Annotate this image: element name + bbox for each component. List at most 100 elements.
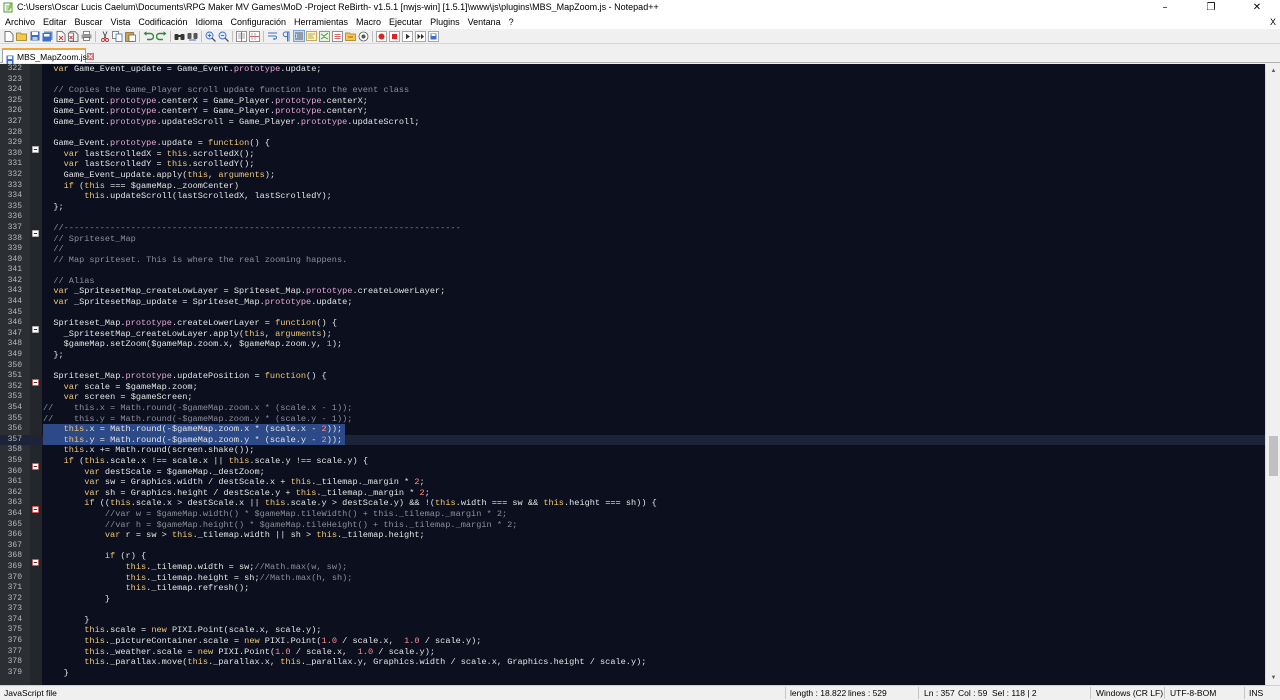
code-line[interactable]: 348 $gameMap.setZoom($gameMap.zoom.x, $g…	[0, 339, 1265, 350]
code-line[interactable]: 329 Game_Event.prototype.update = functi…	[0, 138, 1265, 153]
code-line[interactable]: 337 //----------------------------------…	[0, 223, 1265, 238]
redo-icon[interactable]	[156, 30, 168, 42]
code-line[interactable]: 352 var scale = $gameMap.zoom;	[0, 382, 1265, 393]
code-line[interactable]: 322 var Game_Event_update = Game_Event.p…	[0, 64, 1265, 75]
menu-ejecutar[interactable]: Ejecutar	[385, 17, 426, 27]
macro-play-icon[interactable]	[402, 30, 414, 42]
status-eol-format[interactable]: Windows (CR LF)	[1096, 688, 1163, 698]
fold-toggle-icon[interactable]	[32, 140, 39, 153]
find-icon[interactable]	[174, 30, 186, 42]
menu-ventana[interactable]: Ventana	[464, 17, 505, 27]
scroll-down-arrow[interactable]: ▼	[1266, 671, 1280, 685]
code-line[interactable]: 323	[0, 75, 1265, 86]
new-file-icon[interactable]	[3, 30, 15, 42]
code-line[interactable]: 365 //var h = $gameMap.height() * $gameM…	[0, 520, 1265, 531]
code-line[interactable]: 342 // Alias	[0, 276, 1265, 287]
close-all-icon[interactable]	[68, 30, 80, 42]
menu-buscar[interactable]: Buscar	[71, 17, 107, 27]
code-line[interactable]: 373	[0, 604, 1265, 615]
macro-record-icon[interactable]	[376, 30, 388, 42]
menu-plugins[interactable]: Plugins	[426, 17, 464, 27]
sync-horizontal-icon[interactable]	[249, 30, 261, 42]
menu-herramientas[interactable]: Herramientas	[290, 17, 352, 27]
tab-close-icon[interactable]	[86, 53, 94, 61]
tab-mbs-mapzoom[interactable]: MBS_MapZoom.js	[2, 48, 94, 64]
code-line[interactable]: 354 // this.x = Math.round(-$gameMap.zoom…	[0, 403, 1265, 414]
paste-icon[interactable]	[125, 30, 137, 42]
code-editor[interactable]: 322 var Game_Event_update = Game_Event.p…	[0, 64, 1265, 685]
copy-icon[interactable]	[112, 30, 124, 42]
macro-play-multiple-icon[interactable]	[415, 30, 427, 42]
menu-archivo[interactable]: Archivo	[1, 17, 39, 27]
maximize-button[interactable]: ❐	[1188, 0, 1234, 14]
minimize-button[interactable]: –	[1142, 0, 1188, 14]
cut-icon[interactable]	[99, 30, 111, 42]
undo-icon[interactable]	[143, 30, 155, 42]
code-line[interactable]: 341	[0, 265, 1265, 276]
code-line[interactable]: 353 var screen = $gameScreen;	[0, 392, 1265, 403]
fold-toggle-icon[interactable]	[32, 373, 39, 386]
code-line[interactable]: 359 if (this.scale.x !== scale.x || this…	[0, 456, 1265, 471]
code-line[interactable]: 343 var _SpritesetMap_createLowLayer = S…	[0, 286, 1265, 297]
macro-save-icon[interactable]	[428, 30, 440, 42]
code-line[interactable]: 369 this._tilemap.width = sw;//Math.max(…	[0, 562, 1265, 573]
menu-macro[interactable]: Macro	[352, 17, 385, 27]
code-line[interactable]: 332 Game_Event_update.apply(this, argume…	[0, 170, 1265, 181]
code-line[interactable]: 333 if (this === $gameMap._zoomCenter)	[0, 181, 1265, 192]
code-line[interactable]: 350	[0, 361, 1265, 372]
open-file-icon[interactable]	[16, 30, 28, 42]
document-map-icon[interactable]	[319, 30, 331, 42]
fold-toggle-icon[interactable]	[32, 553, 39, 566]
code-line[interactable]: 372 }	[0, 594, 1265, 605]
code-line[interactable]: 375 this.scale = new PIXI.Point(scale.x,…	[0, 625, 1265, 636]
code-line[interactable]: 376 this._pictureContainer.scale = new P…	[0, 636, 1265, 647]
code-line[interactable]: 360 var destScale = $gameMap._destZoom;	[0, 467, 1265, 478]
function-list-icon[interactable]	[332, 30, 344, 42]
print-icon[interactable]	[81, 30, 93, 42]
replace-icon[interactable]	[187, 30, 199, 42]
code-line[interactable]: 362 var sh = Graphics.height / destScale…	[0, 488, 1265, 499]
code-line[interactable]: 344 var _SpritesetMap_update = Spriteset…	[0, 297, 1265, 308]
code-line[interactable]: 368 if (r) {	[0, 551, 1265, 566]
code-line[interactable]: 357 this.y = Math.round(-$gameMap.zoom.y…	[0, 434, 1265, 446]
status-encoding[interactable]: UTF-8-BOM	[1170, 688, 1216, 698]
menu-configuracion[interactable]: Configuración	[226, 17, 290, 27]
code-line[interactable]: 379 }	[0, 668, 1265, 679]
code-line[interactable]: 370 this._tilemap.height = sh;//Math.max…	[0, 573, 1265, 584]
menu-editar[interactable]: Editar	[39, 17, 71, 27]
code-line[interactable]: 340 // Map spriteset. This is where the …	[0, 255, 1265, 266]
save-all-icon[interactable]	[42, 30, 54, 42]
zoom-out-icon[interactable]	[218, 30, 230, 42]
code-line[interactable]: 330 var lastScrolledX = this.scrolledX()…	[0, 149, 1265, 160]
code-line[interactable]: 377 this._weather.scale = new PIXI.Point…	[0, 647, 1265, 658]
code-line[interactable]: 328	[0, 128, 1265, 139]
code-line[interactable]: 324 // Copies the Game_Player scroll upd…	[0, 85, 1265, 96]
status-insert-mode[interactable]: INS	[1249, 688, 1263, 698]
scroll-up-arrow[interactable]: ▲	[1266, 64, 1280, 78]
zoom-in-icon[interactable]	[205, 30, 217, 42]
language-define-icon[interactable]	[306, 30, 318, 42]
code-line[interactable]: 371 this._tilemap.refresh();	[0, 583, 1265, 594]
sync-vertical-icon[interactable]	[236, 30, 248, 42]
code-line[interactable]: 335 };	[0, 202, 1265, 213]
code-line[interactable]: 345	[0, 308, 1265, 319]
macro-stop-icon[interactable]	[389, 30, 401, 42]
code-line[interactable]: 326 Game_Event.prototype.centerY = Game_…	[0, 106, 1265, 117]
code-line[interactable]: 355 // this.y = Math.round(-$gameMap.zoom…	[0, 414, 1265, 425]
close-file-icon[interactable]	[55, 30, 67, 42]
code-line[interactable]: 327 Game_Event.prototype.updateScroll = …	[0, 117, 1265, 128]
show-all-characters-icon[interactable]	[280, 30, 292, 42]
code-line[interactable]: 374 }	[0, 615, 1265, 626]
menu-vista[interactable]: Vista	[107, 17, 135, 27]
word-wrap-icon[interactable]	[267, 30, 279, 42]
fold-toggle-icon[interactable]	[32, 457, 39, 471]
indent-guide-icon[interactable]	[292, 30, 305, 42]
code-line[interactable]: 339 //	[0, 244, 1265, 255]
code-line[interactable]: 325 Game_Event.prototype.centerX = Game_…	[0, 96, 1265, 107]
fold-toggle-icon[interactable]	[32, 320, 39, 333]
code-line[interactable]: 367	[0, 541, 1265, 552]
code-line[interactable]: 378 this._parallax.move(this._parallax.x…	[0, 657, 1265, 668]
fold-toggle-icon[interactable]	[32, 224, 39, 238]
code-line[interactable]: 356 this.x = Math.round(-$gameMap.zoom.x…	[0, 424, 1265, 435]
code-line[interactable]: 366 var r = sw > this._tilemap.width || …	[0, 530, 1265, 541]
